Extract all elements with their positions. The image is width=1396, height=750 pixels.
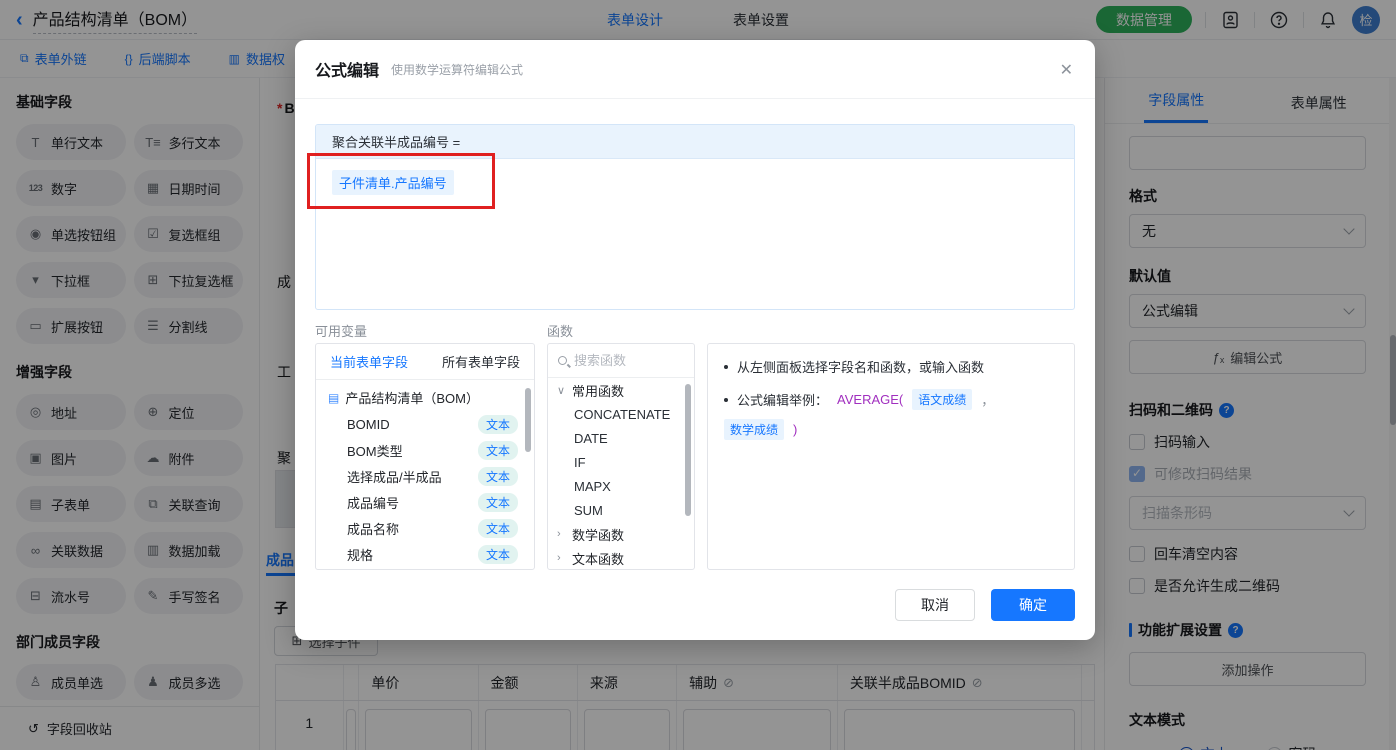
formula-tips-panel: 从左侧面板选择字段名和函数，或输入函数 公式编辑举例： AVERAGE( 语文成… — [707, 343, 1075, 570]
function-if[interactable]: IF — [548, 450, 694, 474]
example-field-chip: 数学成绩 — [724, 419, 785, 440]
scrollbar-thumb[interactable] — [525, 388, 531, 452]
document-icon: ▤ — [328, 390, 340, 405]
scrollbar-thumb[interactable] — [685, 384, 691, 516]
type-badge: 文本 — [477, 544, 518, 564]
group-math-functions[interactable]: › 数学函数 — [548, 522, 694, 546]
chevron-expanded-icon: ∨ — [557, 384, 566, 397]
variable-item-product-name[interactable]: 成品名称 文本 — [316, 515, 534, 541]
close-icon[interactable]: ✕ — [1060, 60, 1073, 80]
confirm-button[interactable]: 确定 — [991, 589, 1075, 621]
formula-edit-modal: 公式编辑 使用数学运算符编辑公式 ✕ 聚合关联半成品编号 = 子件清单.产品编号… — [295, 40, 1095, 640]
function-search-input[interactable] — [574, 353, 664, 368]
type-badge: 文本 — [477, 440, 518, 460]
variables-tabs: 当前表单字段 所有表单字段 — [316, 344, 534, 380]
functions-label: 函数 — [547, 324, 574, 339]
group-text-functions[interactable]: › 文本函数 — [548, 546, 694, 569]
type-badge: 文本 — [477, 414, 518, 434]
variables-label: 可用变量 — [315, 324, 368, 339]
functions-panel: ∨常用函数 CONCATENATE DATE IF MAPX SUM ›数学函数… — [547, 343, 695, 570]
modal-footer: 取消 确定 — [895, 589, 1075, 621]
modal-subtitle: 使用数学运算符编辑公式 — [391, 62, 524, 77]
variable-item-spec[interactable]: 规格 文本 — [316, 541, 534, 567]
annotation-box — [307, 153, 495, 209]
example-field-chip: 语文成绩 — [912, 389, 973, 410]
variable-item-bomid[interactable]: BOMID 文本 — [316, 411, 534, 437]
tab-all-form-fields[interactable]: 所有表单字段 — [442, 352, 520, 371]
type-badge: 文本 — [477, 518, 518, 538]
function-concatenate[interactable]: CONCATENATE — [548, 402, 694, 426]
tip-line-2: 公式编辑举例： AVERAGE( 语文成绩 ， 数学成绩 ) — [724, 389, 1058, 440]
chevron-collapsed-icon: › — [557, 552, 561, 564]
group-common-functions[interactable]: ∨ 常用函数 — [548, 378, 694, 402]
type-badge: 文本 — [477, 492, 518, 512]
cancel-button[interactable]: 取消 — [895, 589, 975, 621]
tip-line-1: 从左侧面板选择字段名和函数，或输入函数 — [724, 357, 1058, 376]
function-date[interactable]: DATE — [548, 426, 694, 450]
tab-current-form-fields[interactable]: 当前表单字段 — [330, 352, 408, 371]
bullet-icon — [724, 397, 728, 402]
chevron-collapsed-icon: › — [557, 528, 561, 540]
function-search[interactable] — [548, 344, 694, 378]
modal-header: 公式编辑 使用数学运算符编辑公式 ✕ — [295, 40, 1095, 99]
search-icon — [558, 356, 567, 365]
variable-item-select-product[interactable]: 选择成品/半成品 文本 — [316, 463, 534, 489]
function-sum[interactable]: SUM — [548, 498, 694, 522]
modal-title: 公式编辑 — [315, 63, 380, 80]
comma: ， — [981, 393, 995, 408]
form-designer-page: ‹ 产品结构清单（BOM） 表单设计 表单设置 数据管理 检 ⧉ 表单外链 {}… — [0, 0, 1396, 750]
formula-editor[interactable]: 聚合关联半成品编号 = 子件清单.产品编号 — [315, 124, 1075, 310]
variable-item-bom-type[interactable]: BOM类型 文本 — [316, 437, 534, 463]
variables-panel: 当前表单字段 所有表单字段 ▤ 产品结构清单（BOM） BOMID 文本 BOM类… — [315, 343, 535, 570]
variable-item-product-no[interactable]: 成品编号 文本 — [316, 489, 534, 515]
variables-tree-root[interactable]: ▤ 产品结构清单（BOM） — [316, 384, 534, 411]
example-function-close: ) — [793, 422, 798, 437]
function-mapx[interactable]: MAPX — [548, 474, 694, 498]
bullet-icon — [724, 364, 728, 369]
example-function-open: AVERAGE( — [837, 392, 904, 407]
type-badge: 文本 — [477, 466, 518, 486]
